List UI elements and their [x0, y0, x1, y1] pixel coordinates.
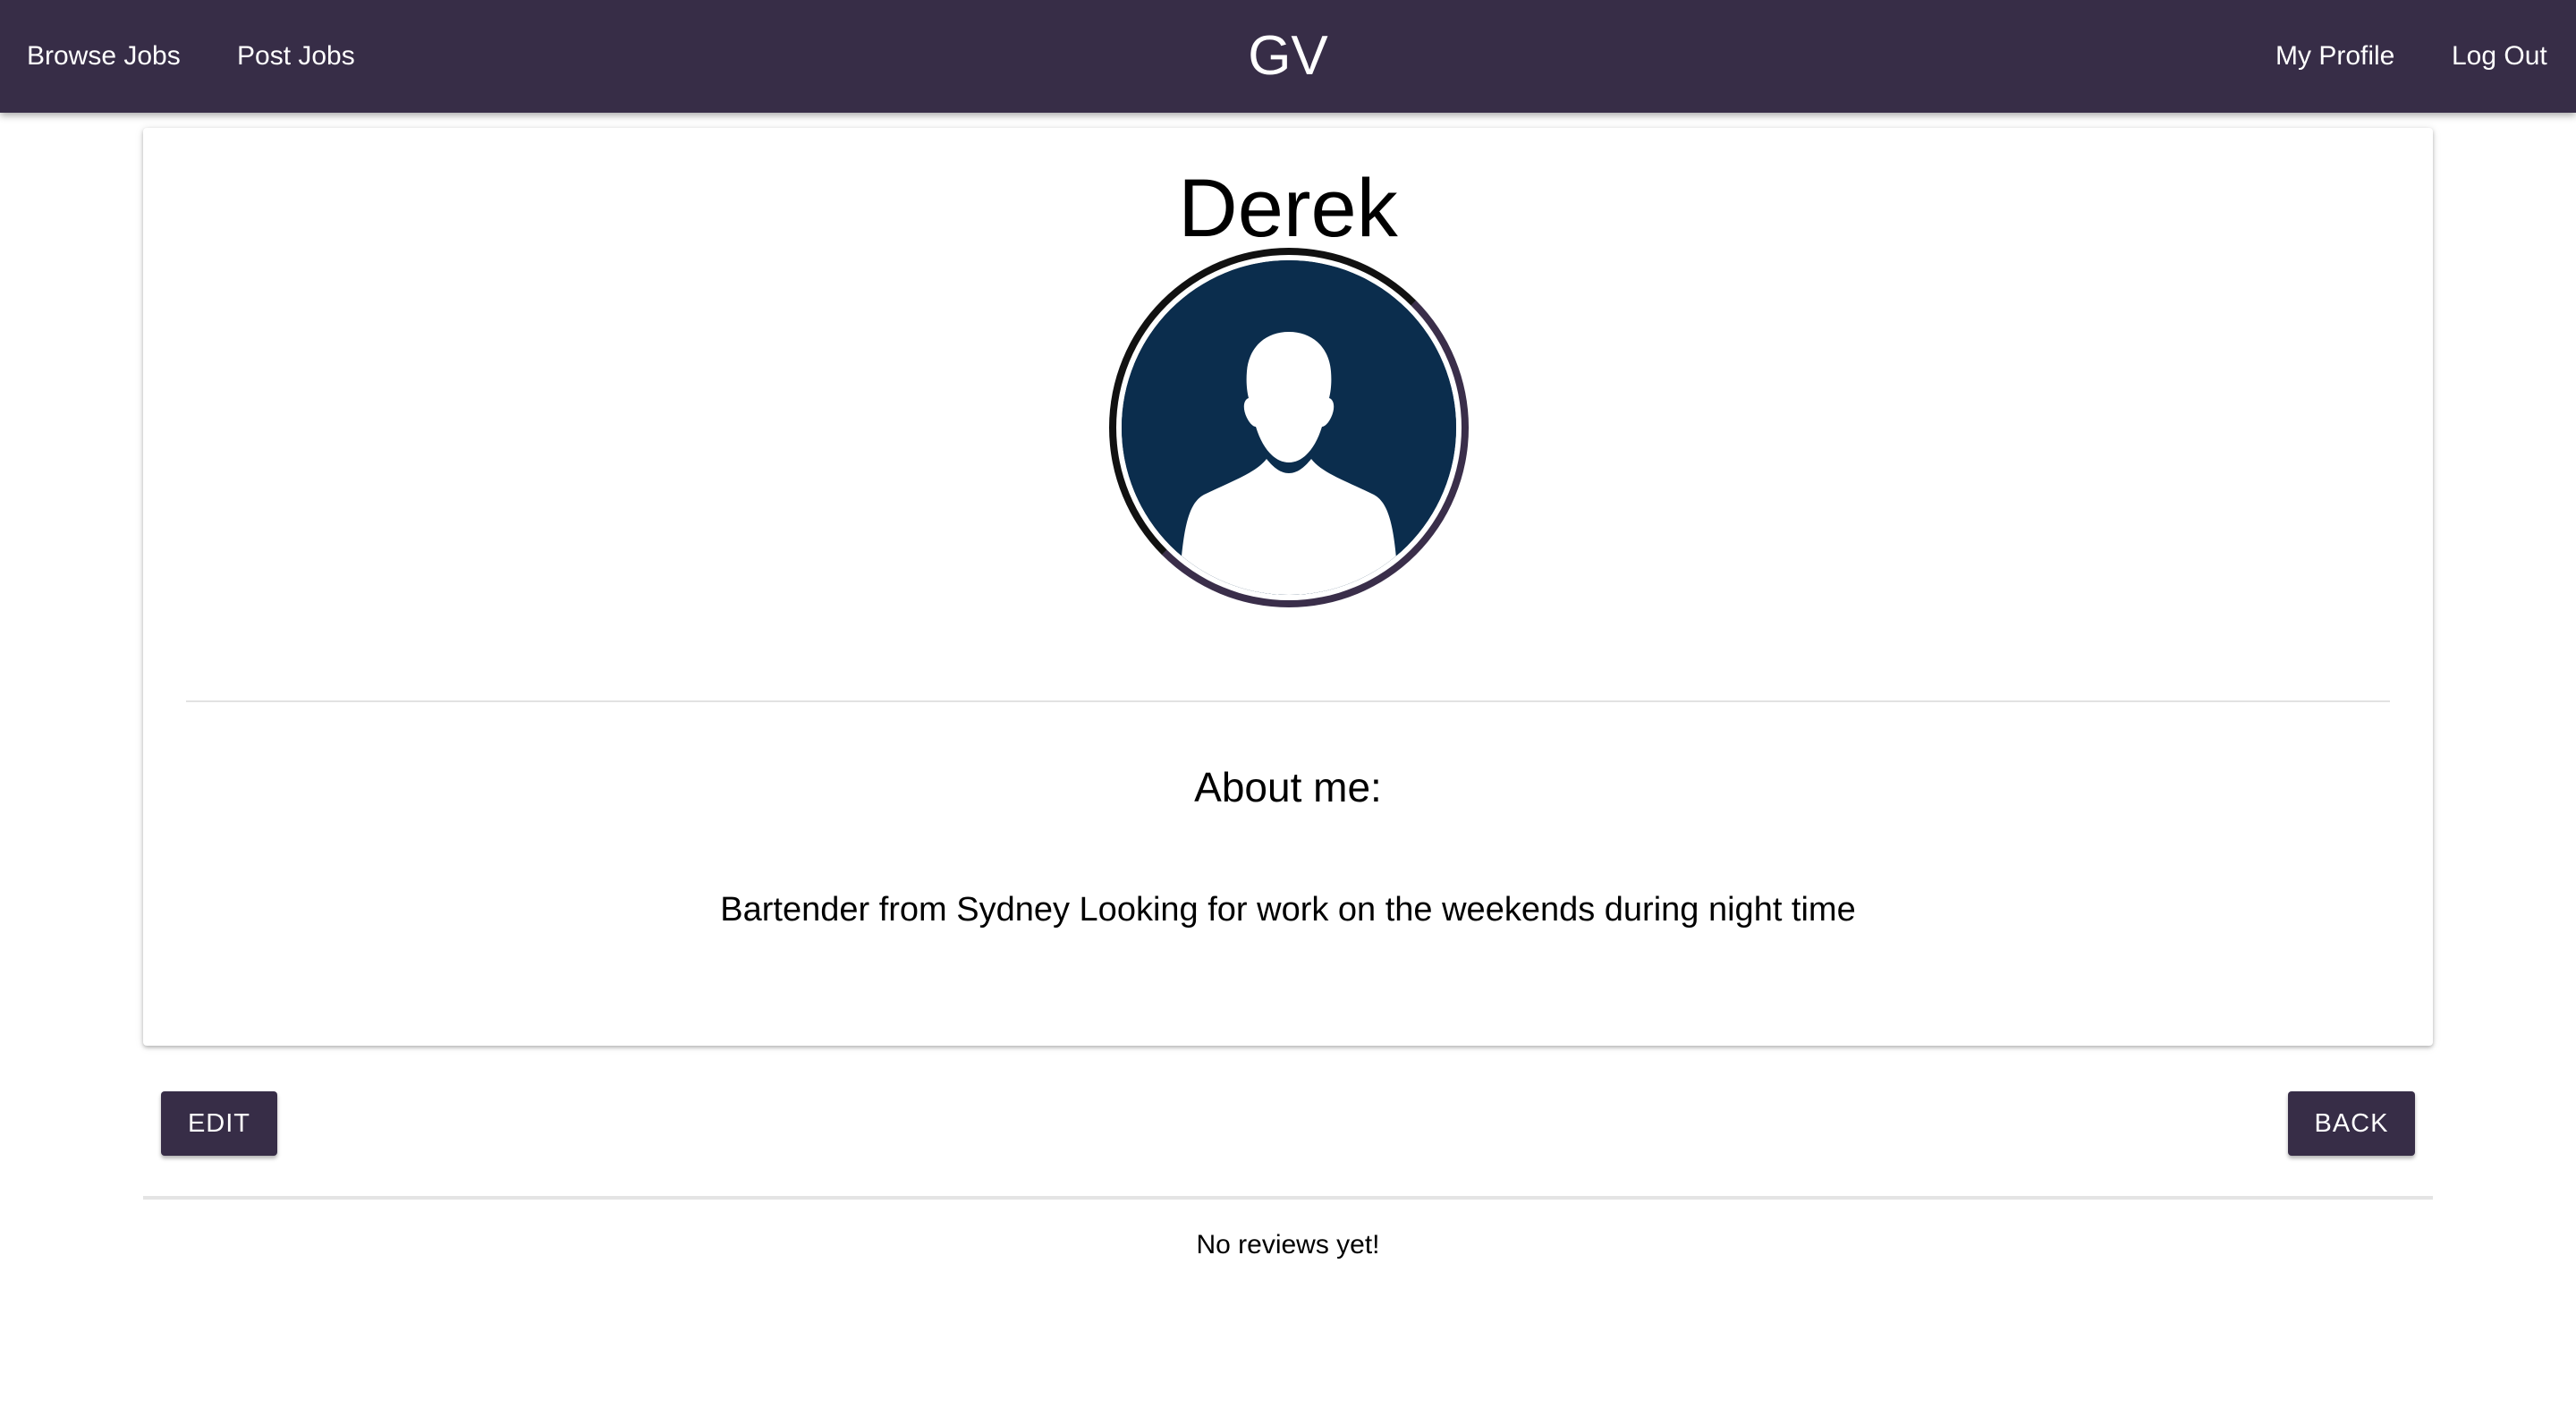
about-me-heading: About me:: [1194, 764, 1382, 810]
profile-card: Derek About me: Bartender from Sydney Lo…: [143, 128, 2433, 1046]
nav-post-jobs-link[interactable]: Post Jobs: [237, 0, 355, 113]
back-button[interactable]: BACK: [2288, 1091, 2415, 1156]
brand-logo[interactable]: GV: [1199, 0, 1377, 113]
nav-browse-jobs-link[interactable]: Browse Jobs: [27, 0, 181, 113]
about-me-text: Bartender from Sydney Looking for work o…: [720, 891, 1856, 929]
edit-button[interactable]: EDIT: [161, 1091, 277, 1156]
top-navbar: Browse Jobs Post Jobs GV My Profile Log …: [0, 0, 2576, 113]
user-silhouette-icon: [1122, 260, 1456, 595]
reviews-divider: [143, 1196, 2433, 1200]
nav-log-out-link[interactable]: Log Out: [2452, 0, 2547, 113]
avatar: [1109, 248, 1469, 607]
section-divider: [186, 700, 2390, 702]
nav-my-profile-link[interactable]: My Profile: [2275, 0, 2394, 113]
no-reviews-message: No reviews yet!: [1196, 1230, 1380, 1260]
